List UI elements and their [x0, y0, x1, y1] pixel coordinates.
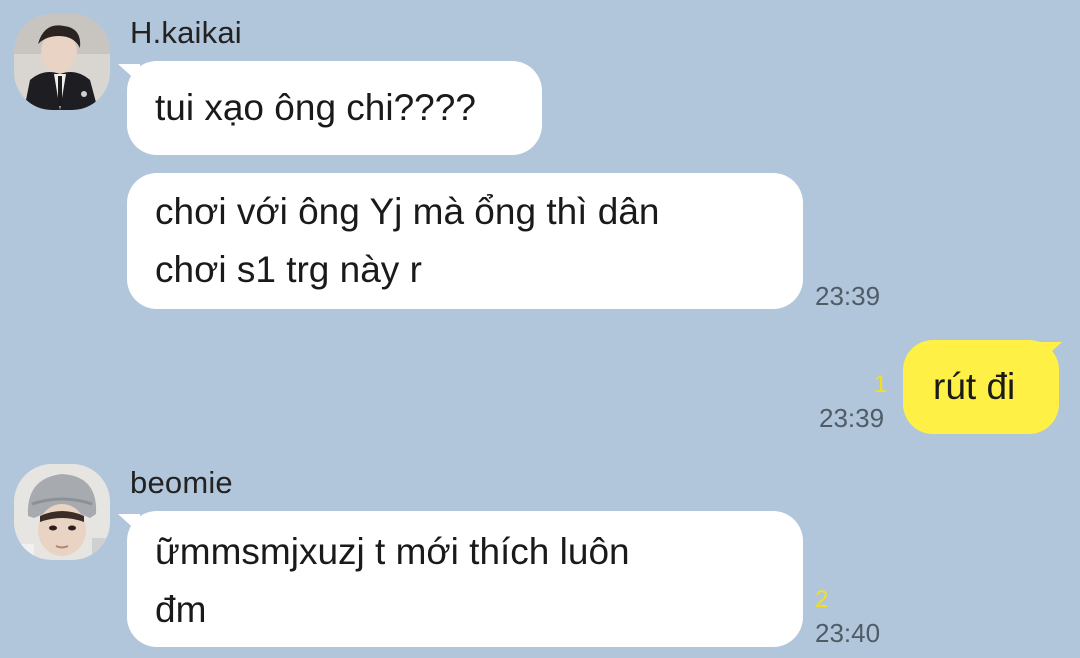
message-bubble[interactable]: ữmmsmjxuzj t mới thích luôn đm	[127, 511, 803, 647]
bubble-tail	[1040, 342, 1062, 362]
message-text-line: chơi s1 trg này r	[155, 249, 422, 290]
message-text: rút đi	[933, 366, 1016, 407]
sender-name: beomie	[130, 465, 233, 500]
message-bubble[interactable]: chơi với ông Yj mà ổng thì dân chơi s1 t…	[127, 173, 803, 309]
unread-count: 2	[815, 586, 829, 613]
message-bubble[interactable]: rút đi	[903, 340, 1059, 434]
sender-name: H.kaikai	[130, 15, 242, 50]
avatar-beomie[interactable]	[14, 464, 110, 560]
message-text-line: ữmmsmjxuzj t mới thích luôn	[155, 531, 630, 572]
message-timestamp: 23:39	[815, 281, 881, 311]
avatar-hkaikai[interactable]	[14, 14, 110, 110]
message-text: tui xạo ông chi????	[155, 87, 476, 128]
avatar-photo-icon	[14, 464, 110, 560]
message-timestamp: 23:39	[819, 403, 885, 433]
unread-count: 1	[874, 371, 888, 398]
message-text-line: chơi với ông Yj mà ổng thì dân	[155, 191, 660, 232]
message-timestamp: 23:40	[815, 618, 881, 648]
message-text-line: đm	[155, 589, 207, 630]
avatar-photo-icon	[14, 14, 110, 110]
message-bubble[interactable]: tui xạo ông chi????	[127, 61, 542, 155]
